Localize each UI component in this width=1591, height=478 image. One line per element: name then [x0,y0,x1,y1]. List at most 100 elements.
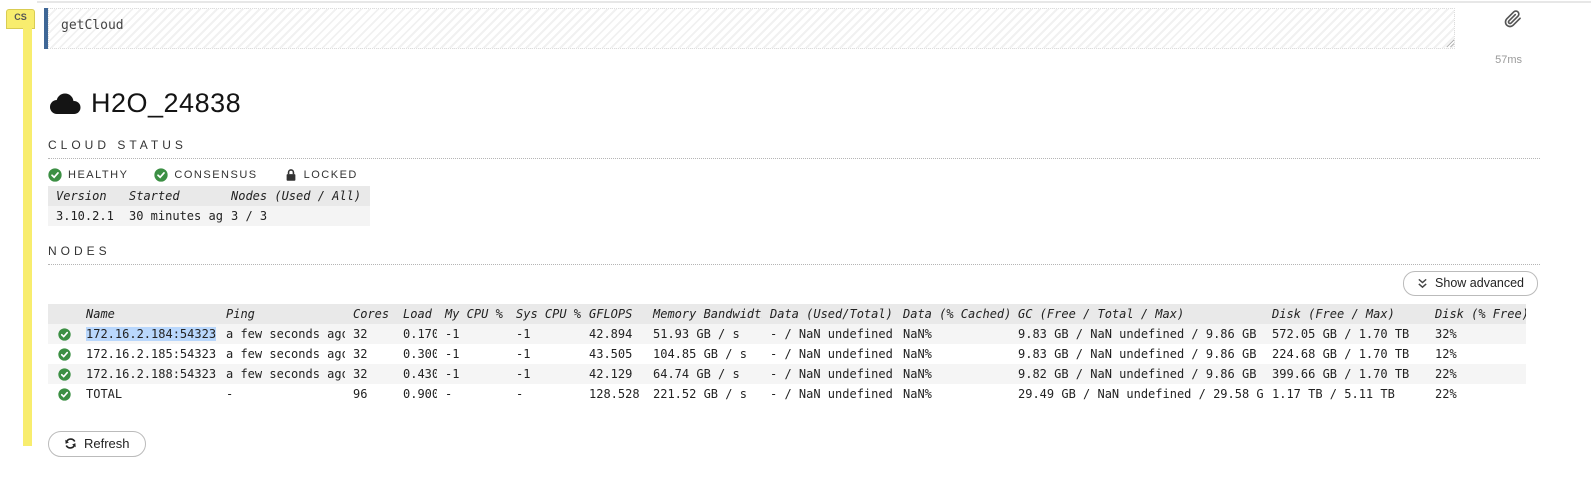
refresh-icon [65,438,76,450]
check-circle-icon [58,387,71,401]
node-ping: a few seconds ago [218,364,345,384]
nodes-table-body: 172.16.2.184:54323 a few seconds ago 32 … [48,324,1526,404]
node-name: TOTAL [86,387,123,401]
node-load: 0.300 [403,347,437,361]
summary-col-started: Started [121,186,223,206]
node-my-cpu: -1 [437,324,508,344]
nodes-col-name: Name [78,304,218,324]
nodes-col-gflops: GFLOPS [581,304,645,324]
nodes-col-disk-free: Disk (% Free) [1427,304,1526,324]
node-ping: a few seconds ago [218,324,345,344]
node-my-cpu: -1 [437,364,508,384]
status-badge-locked: LOCKED [284,168,358,182]
badge-label: CONSENSUS [174,169,258,181]
chevron-double-down-icon [1418,278,1427,289]
node-cores: 32 [353,347,368,361]
node-my-cpu: - [445,387,453,401]
summary-nodes: 3 / 3 [223,206,370,226]
node-load: 0.900 [403,387,437,401]
node-name: 172.16.2.185:54323 [86,347,217,361]
nodes-table: Name Ping Cores Load My CPU % Sys CPU % … [48,304,1526,404]
nodes-col-mem-bw: Memory Bandwidth [645,304,762,324]
node-ping: - [226,387,234,401]
node-data-cached: NaN% [895,364,1010,384]
node-disk-free: 32% [1427,324,1526,344]
node-cores: 32 [345,364,395,384]
resize-handle[interactable] [1444,37,1455,48]
execution-time: 57ms [1495,54,1522,66]
summary-value-row: 3.10.2.1 30 minutes ago 3 / 3 [48,206,370,226]
node-sys-cpu: -1 [516,347,531,361]
node-name: 172.16.2.188:54323 [86,367,217,381]
table-row: 172.16.2.188:54323 a few seconds ago 32 … [48,364,1526,384]
nodes-col-ping: Ping [218,304,345,324]
lock-icon [286,169,295,181]
node-data: - / NaN undefined [762,364,895,384]
node-data: - / NaN undefined [770,347,893,361]
nodes-col-data: Data (Used/Total) [762,304,895,324]
summary-header-row: Version Started Nodes (Used / All) [48,186,370,206]
node-data-cached: NaN% [903,387,932,401]
nodes-col-status [48,304,78,324]
health-badges-row: HEALTHY CONSENSUS LOCKED [48,168,1540,182]
table-row: TOTAL - 96 0.900 - - 128.528 221.52 GB /… [48,384,1526,404]
summary-started: 30 minutes ago [121,206,223,226]
node-my-cpu: -1 [445,347,460,361]
node-status-icon [48,384,78,404]
status-badge-consensus: CONSENSUS [154,168,257,182]
nodes-col-sys-cpu: Sys CPU % [508,304,581,324]
check-circle-icon [58,327,71,341]
node-gc: 9.83 GB / NaN undefined / 9.86 GB [1018,347,1257,361]
check-circle-icon [58,367,71,381]
node-sys-cpu: -1 [508,324,581,344]
node-load: 0.170 [395,324,437,344]
node-disk: 399.66 GB / 1.70 TB [1264,364,1427,384]
node-status-icon [48,324,78,344]
node-data: - / NaN undefined [770,387,893,401]
table-row: 172.16.2.184:54323 a few seconds ago 32 … [48,324,1526,344]
nodes-col-disk: Disk (Free / Max) [1264,304,1427,324]
nodes-heading: NODES [48,244,1540,265]
refresh-label: Refresh [84,436,130,451]
node-data-cached: NaN% [895,324,1010,344]
node-mem-bw: 64.74 GB / s [645,364,762,384]
nodes-header-row: Name Ping Cores Load My CPU % Sys CPU % … [48,304,1526,324]
cell-type-badge: CS [6,9,35,29]
node-gc: 29.49 GB / NaN undefined / 29.58 GB [1018,387,1264,401]
node-sys-cpu: -1 [508,364,581,384]
cloud-status-heading: CLOUD STATUS [48,138,1540,159]
node-data: - / NaN undefined [762,324,895,344]
paperclip-icon[interactable] [1504,10,1522,28]
flow-cell: getCloud 57ms H2O_24838 CLOUD STATUS HEA… [44,0,1540,457]
node-gc: 9.83 GB / NaN undefined / 9.86 GB [1010,324,1264,344]
node-data-cached: NaN% [903,347,932,361]
summary-col-nodes: Nodes (Used / All) [223,186,370,206]
active-cell-indicator [23,28,32,446]
code-editor-row: getCloud [44,8,1540,49]
cloud-summary-table: Version Started Nodes (Used / All) 3.10.… [48,186,370,226]
cloud-icon [50,93,81,114]
node-disk: 224.68 GB / 1.70 TB [1272,347,1410,361]
page-title: H2O_24838 [91,88,242,118]
node-gc: 9.82 GB / NaN undefined / 9.86 GB [1010,364,1264,384]
node-mem-bw: 221.52 GB / s [653,387,747,401]
node-mem-bw: 104.85 GB / s [653,347,747,361]
node-gflops: 128.528 [589,387,640,401]
refresh-button[interactable]: Refresh [48,431,146,457]
node-gflops: 42.894 [581,324,645,344]
show-advanced-button[interactable]: Show advanced [1403,271,1538,296]
summary-version: 3.10.2.1 [48,206,121,226]
node-disk: 1.17 TB / 5.11 TB [1272,387,1395,401]
node-disk-free: 22% [1435,387,1457,401]
node-gflops: 42.129 [581,364,645,384]
node-gflops: 43.505 [589,347,633,361]
nodes-col-cores: Cores [345,304,395,324]
node-status-icon [48,344,78,364]
code-input[interactable]: getCloud [48,8,1455,49]
node-sys-cpu: - [516,387,524,401]
check-circle-icon [154,168,169,182]
node-disk-free: 22% [1427,364,1526,384]
status-badge-healthy: HEALTHY [48,168,128,182]
summary-col-version: Version [48,186,121,206]
nodes-col-my-cpu: My CPU % [437,304,508,324]
